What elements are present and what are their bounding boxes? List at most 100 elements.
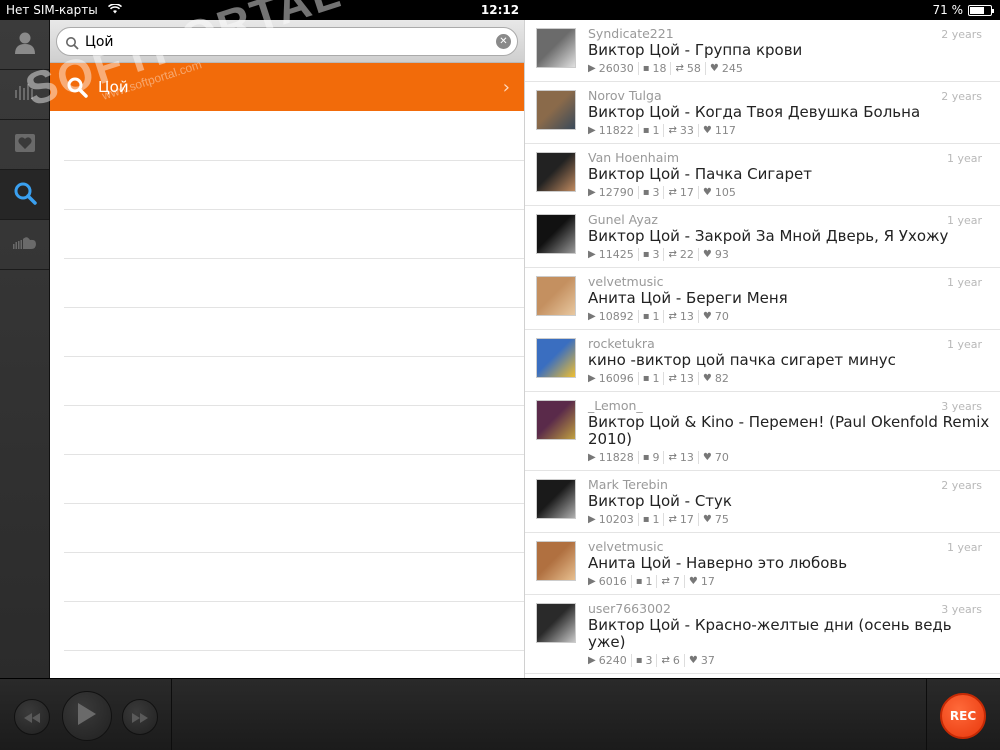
clear-search-icon[interactable]: ✕ bbox=[496, 34, 511, 49]
rewind-icon bbox=[24, 708, 40, 727]
reposts-count: 58 bbox=[686, 61, 701, 75]
track-title[interactable]: кино -виктор цой пачка сигарет минус bbox=[588, 352, 990, 369]
track-artwork bbox=[536, 152, 576, 192]
search-field[interactable]: ✕ bbox=[56, 27, 518, 56]
track-title[interactable]: Виктор Цой - Группа крови bbox=[588, 42, 990, 59]
fast-forward-button[interactable] bbox=[122, 699, 158, 735]
plays-count: 11425 bbox=[598, 247, 634, 261]
plays-count: 12790 bbox=[598, 185, 634, 199]
nav-stream[interactable] bbox=[0, 70, 49, 120]
track-stats: ▶ 6240 ▪ 3 ⇄ 6 ♥ 37 bbox=[588, 653, 990, 667]
track-row[interactable]: Van Hoenhaim 1 year Виктор Цой - Пачка С… bbox=[525, 144, 1000, 206]
track-user[interactable]: Van Hoenhaim bbox=[588, 150, 990, 165]
player-bar: REC bbox=[0, 678, 1000, 750]
track-row[interactable]: rocketukra 1 year кино -виктор цой пачка… bbox=[525, 330, 1000, 392]
track-artwork bbox=[536, 479, 576, 519]
nav-search[interactable] bbox=[0, 170, 49, 220]
likes-stat: ♥ 37 bbox=[685, 654, 719, 667]
track-user[interactable]: _Lemon_ bbox=[588, 398, 990, 413]
track-title[interactable]: Виктор Цой - Стук bbox=[588, 493, 990, 510]
comment-icon: ▪ bbox=[642, 186, 650, 198]
comments-count: 1 bbox=[652, 309, 660, 323]
track-row[interactable]: _Lemon_ 3 years Виктор Цой & Kino - Пере… bbox=[525, 392, 1000, 471]
comments-count: 1 bbox=[652, 512, 660, 526]
comments-count: 1 bbox=[645, 574, 653, 588]
record-button[interactable]: REC bbox=[940, 693, 986, 739]
divider bbox=[64, 405, 524, 406]
plays-count: 10892 bbox=[598, 309, 634, 323]
likes-stat: ♥ 117 bbox=[699, 124, 740, 137]
track-user[interactable]: velvetmusic bbox=[588, 539, 990, 554]
track-user[interactable]: user7663002 bbox=[588, 601, 990, 616]
comments-count: 18 bbox=[652, 61, 667, 75]
track-results-list[interactable]: Syndicate221 2 years Виктор Цой - Группа… bbox=[524, 20, 1000, 678]
likes-count: 105 bbox=[714, 185, 736, 199]
track-title[interactable]: Анита Цой - Береги Меня bbox=[588, 290, 990, 307]
track-row[interactable]: Mark Terebin 2 years Виктор Цой - Стук ▶… bbox=[525, 471, 1000, 533]
user-icon bbox=[12, 30, 38, 60]
track-title[interactable]: Виктор Цой - Красно-желтые дни (осень ве… bbox=[588, 617, 990, 651]
comments-count: 3 bbox=[652, 185, 660, 199]
plays-stat: ▶ 10892 bbox=[588, 309, 639, 323]
divider bbox=[64, 552, 524, 553]
nav-likes[interactable] bbox=[0, 120, 49, 170]
play-button[interactable] bbox=[62, 691, 112, 741]
nav-soundcloud[interactable] bbox=[0, 220, 49, 270]
track-artwork bbox=[536, 214, 576, 254]
track-row[interactable]: Syndicate221 2 years Виктор Цой - Группа… bbox=[525, 20, 1000, 82]
track-title[interactable]: Виктор Цой & Kino - Перемен! (Paul Okenf… bbox=[588, 414, 990, 448]
play-count-icon: ▶ bbox=[588, 248, 596, 260]
likes-count: 245 bbox=[721, 61, 743, 75]
track-user[interactable]: Gunel Ayaz bbox=[588, 212, 990, 227]
comments-stat: ▪ 9 bbox=[639, 450, 665, 464]
track-row[interactable]: Gunel Ayaz 1 year Виктор Цой - Закрой За… bbox=[525, 206, 1000, 268]
magnifier-icon bbox=[65, 35, 79, 50]
track-artwork bbox=[536, 28, 576, 68]
repost-icon: ⇄ bbox=[668, 248, 677, 260]
search-suggestion[interactable]: Цой › bbox=[50, 63, 524, 111]
comments-count: 9 bbox=[652, 450, 660, 464]
likes-count: 37 bbox=[700, 653, 715, 667]
comments-stat: ▪ 1 bbox=[639, 371, 665, 385]
track-title[interactable]: Виктор Цой - Пачка Сигарет bbox=[588, 166, 990, 183]
heart-icon: ♥ bbox=[688, 575, 698, 587]
reposts-stat: ⇄ 6 bbox=[657, 653, 685, 667]
likes-stat: ♥ 70 bbox=[699, 310, 733, 323]
plays-stat: ▶ 11828 bbox=[588, 450, 639, 464]
search-input[interactable] bbox=[85, 33, 496, 50]
track-user[interactable]: velvetmusic bbox=[588, 274, 990, 289]
likes-icon bbox=[12, 130, 38, 160]
track-user[interactable]: Norov Tulga bbox=[588, 88, 990, 103]
track-user[interactable]: Syndicate221 bbox=[588, 26, 990, 41]
track-title[interactable]: Виктор Цой - Когда Твоя Девушка Больна bbox=[588, 104, 990, 121]
likes-stat: ♥ 70 bbox=[699, 451, 733, 464]
track-title[interactable]: Виктор Цой - Закрой За Мной Дверь, Я Ухо… bbox=[588, 228, 990, 245]
plays-count: 11822 bbox=[598, 123, 634, 137]
track-row[interactable]: velvetmusic 1 year Анита Цой - Наверно э… bbox=[525, 533, 1000, 595]
track-age: 1 year bbox=[946, 214, 982, 227]
plays-stat: ▶ 11425 bbox=[588, 247, 639, 261]
reposts-stat: ⇄ 22 bbox=[664, 247, 699, 261]
divider bbox=[64, 209, 524, 210]
track-title[interactable]: Анита Цой - Наверно это любовь bbox=[588, 555, 990, 572]
track-row[interactable]: velvetmusic 1 year Анита Цой - Береги Ме… bbox=[525, 268, 1000, 330]
reposts-stat: ⇄ 13 bbox=[664, 309, 699, 323]
track-user[interactable]: Mark Terebin bbox=[588, 477, 990, 492]
heart-icon: ♥ bbox=[702, 372, 712, 384]
track-stats: ▶ 11828 ▪ 9 ⇄ 13 ♥ 70 bbox=[588, 450, 990, 464]
repost-icon: ⇄ bbox=[661, 575, 670, 587]
rewind-button[interactable] bbox=[14, 699, 50, 735]
repost-icon: ⇄ bbox=[668, 310, 677, 322]
divider bbox=[64, 307, 524, 308]
plays-stat: ▶ 16096 bbox=[588, 371, 639, 385]
track-user[interactable]: rocketukra bbox=[588, 336, 990, 351]
comment-icon: ▪ bbox=[635, 654, 643, 666]
track-row[interactable]: Norov Tulga 2 years Виктор Цой - Когда Т… bbox=[525, 82, 1000, 144]
nav-profile[interactable] bbox=[0, 20, 49, 70]
plays-stat: ▶ 6240 bbox=[588, 653, 632, 667]
track-row[interactable]: user7663002 3 years Виктор Цой - Красно-… bbox=[525, 595, 1000, 674]
reposts-count: 22 bbox=[679, 247, 694, 261]
play-count-icon: ▶ bbox=[588, 186, 596, 198]
divider bbox=[64, 258, 524, 259]
comment-icon: ▪ bbox=[642, 310, 650, 322]
